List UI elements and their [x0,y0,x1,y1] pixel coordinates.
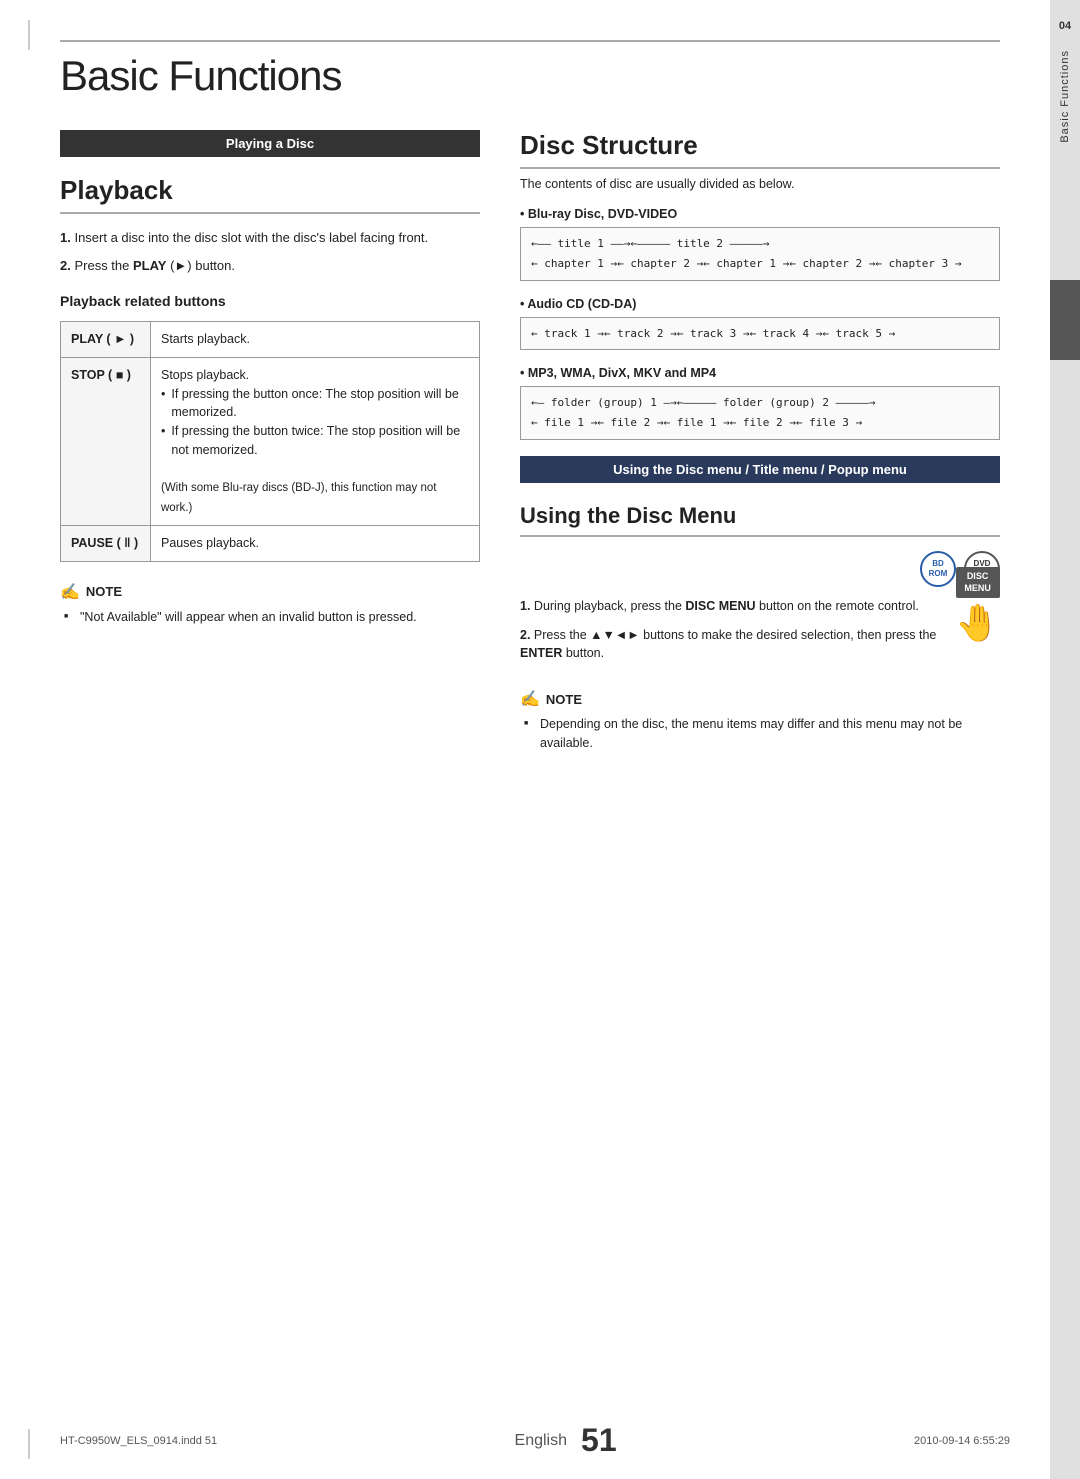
step2-bold: PLAY [133,258,166,273]
disc-structure-intro: The contents of disc are usually divided… [520,177,1000,191]
stop-bullet-1: If pressing the button once: The stop po… [161,385,469,423]
btn-stop-desc: Stops playback. If pressing the button o… [151,357,480,525]
playback-related-title: Playback related buttons [60,293,480,309]
disc-mp3-label: MP3, WMA, DivX, MKV and MP4 [520,366,1000,380]
right-column: Disc Structure The contents of disc are … [520,130,1000,753]
disc-type-mp3: MP3, WMA, DivX, MKV and MP4 ←— folder (g… [520,366,1000,440]
stop-bullet-2: If pressing the button twice: The stop p… [161,422,469,460]
step2-prefix: Press the [74,258,133,273]
disc-menu-note-item: Depending on the disc, the menu items ma… [520,715,1000,753]
btn-pause-name: PAUSE ( ‖ ) [61,525,151,561]
btn-pause-desc: Pauses playback. [151,525,480,561]
page-number: 51 [581,1422,617,1459]
footer-date-info: 2010-09-14 6:55:29 [914,1435,1010,1447]
hand-icon: 🤚 [955,602,1000,644]
disc-menu-steps: 1. During playback, press the DISC MENU … [520,597,1000,673]
footer-file-info: HT-C9950W_ELS_0914.indd 51 [60,1435,217,1447]
disc-menu-header: Using the Disc menu / Title menu / Popup… [520,456,1000,483]
table-row: PAUSE ( ‖ ) Pauses playback. [61,525,480,561]
table-row: STOP ( ■ ) Stops playback. If pressing t… [61,357,480,525]
playback-step-2: 2. Press the PLAY (►) button. [60,256,480,276]
disc-bluray-label: Blu-ray Disc, DVD-VIDEO [520,207,1000,221]
btn-play-name: PLAY ( ► ) [61,322,151,358]
disc-bluray-diagram: ←—— title 1 ——→←————— title 2 —————→ ← c… [520,227,1000,281]
playback-title: Playback [60,175,480,214]
step1-num: 1. [60,230,71,245]
bd-rom-icon: BDROM [920,551,956,587]
side-tab-number: 04 [1059,20,1071,32]
note-icon: ✍ [60,582,80,602]
btn-play-desc: Starts playback. [151,322,480,358]
btn-stop-name: STOP ( ■ ) [61,357,151,525]
disc-menu-step-1: 1. During playback, press the DISC MENU … [520,597,945,616]
bd-rom-label: BDROM [929,559,948,578]
button-table: PLAY ( ► ) Starts playback. STOP ( ■ ) S… [60,321,480,562]
step2-disc-num: 2. [520,628,530,642]
playing-disc-header: Playing a Disc [60,130,480,157]
disc-menu-note-title: ✍ NOTE [520,689,1000,709]
disc-menu-icons: BDROM DVDVIDEO [520,551,1000,587]
disc-audio-diagram: ← track 1 →← track 2 →← track 3 →← track… [520,317,1000,351]
disc-type-bluray: Blu-ray Disc, DVD-VIDEO ←—— title 1 ——→←… [520,207,1000,281]
stop-note: (With some Blu-ray discs (BD-J), this fu… [161,482,436,513]
enter-bold: ENTER [520,646,562,660]
note-label-2: NOTE [546,692,582,707]
note-section: ✍ NOTE "Not Available" will appear when … [60,582,480,627]
left-column: Playing a Disc Playback 1. Insert a disc… [60,130,480,753]
step1-disc-num: 1. [520,599,530,613]
note-icon-2: ✍ [520,689,540,709]
step2-symbol: (►) button. [166,258,235,273]
english-label: English [515,1432,567,1450]
page-content: Basic Functions Playing a Disc Playback … [0,0,1050,1479]
disc-menu-title: Using the Disc Menu [520,503,1000,537]
disc-menu-step-2: 2. Press the ▲▼◄► buttons to make the de… [520,626,945,664]
note-title: ✍ NOTE [60,582,480,602]
disc-type-audio: Audio CD (CD-DA) ← track 1 →← track 2 →←… [520,297,1000,351]
two-column-layout: Playing a Disc Playback 1. Insert a disc… [60,130,1000,753]
disc-menu-button-visual: DISCMENU [956,567,1000,598]
table-row: PLAY ( ► ) Starts playback. [61,322,480,358]
disc-menu-bold: DISC MENU [685,599,755,613]
side-tab-label: Basic Functions [1059,50,1071,143]
page-footer: HT-C9950W_ELS_0914.indd 51 English 51 20… [0,1422,1050,1459]
note-item-1: "Not Available" will appear when an inva… [60,608,480,627]
playback-step-1: 1. Insert a disc into the disc slot with… [60,228,480,248]
disc-menu-note-section: ✍ NOTE Depending on the disc, the menu i… [520,689,1000,753]
step2-num: 2. [60,258,71,273]
disc-mp3-diagram: ←— folder (group) 1 —→←————— folder (gro… [520,386,1000,440]
disc-audio-label: Audio CD (CD-DA) [520,297,1000,311]
step1-text: Insert a disc into the disc slot with th… [74,230,428,245]
side-tab-text: 04 Basic Functions [1050,0,1080,1479]
page-title: Basic Functions [60,40,1000,100]
disc-structure-title: Disc Structure [520,130,1000,169]
playback-steps: 1. Insert a disc into the disc slot with… [60,228,480,275]
note-label: NOTE [86,584,122,599]
